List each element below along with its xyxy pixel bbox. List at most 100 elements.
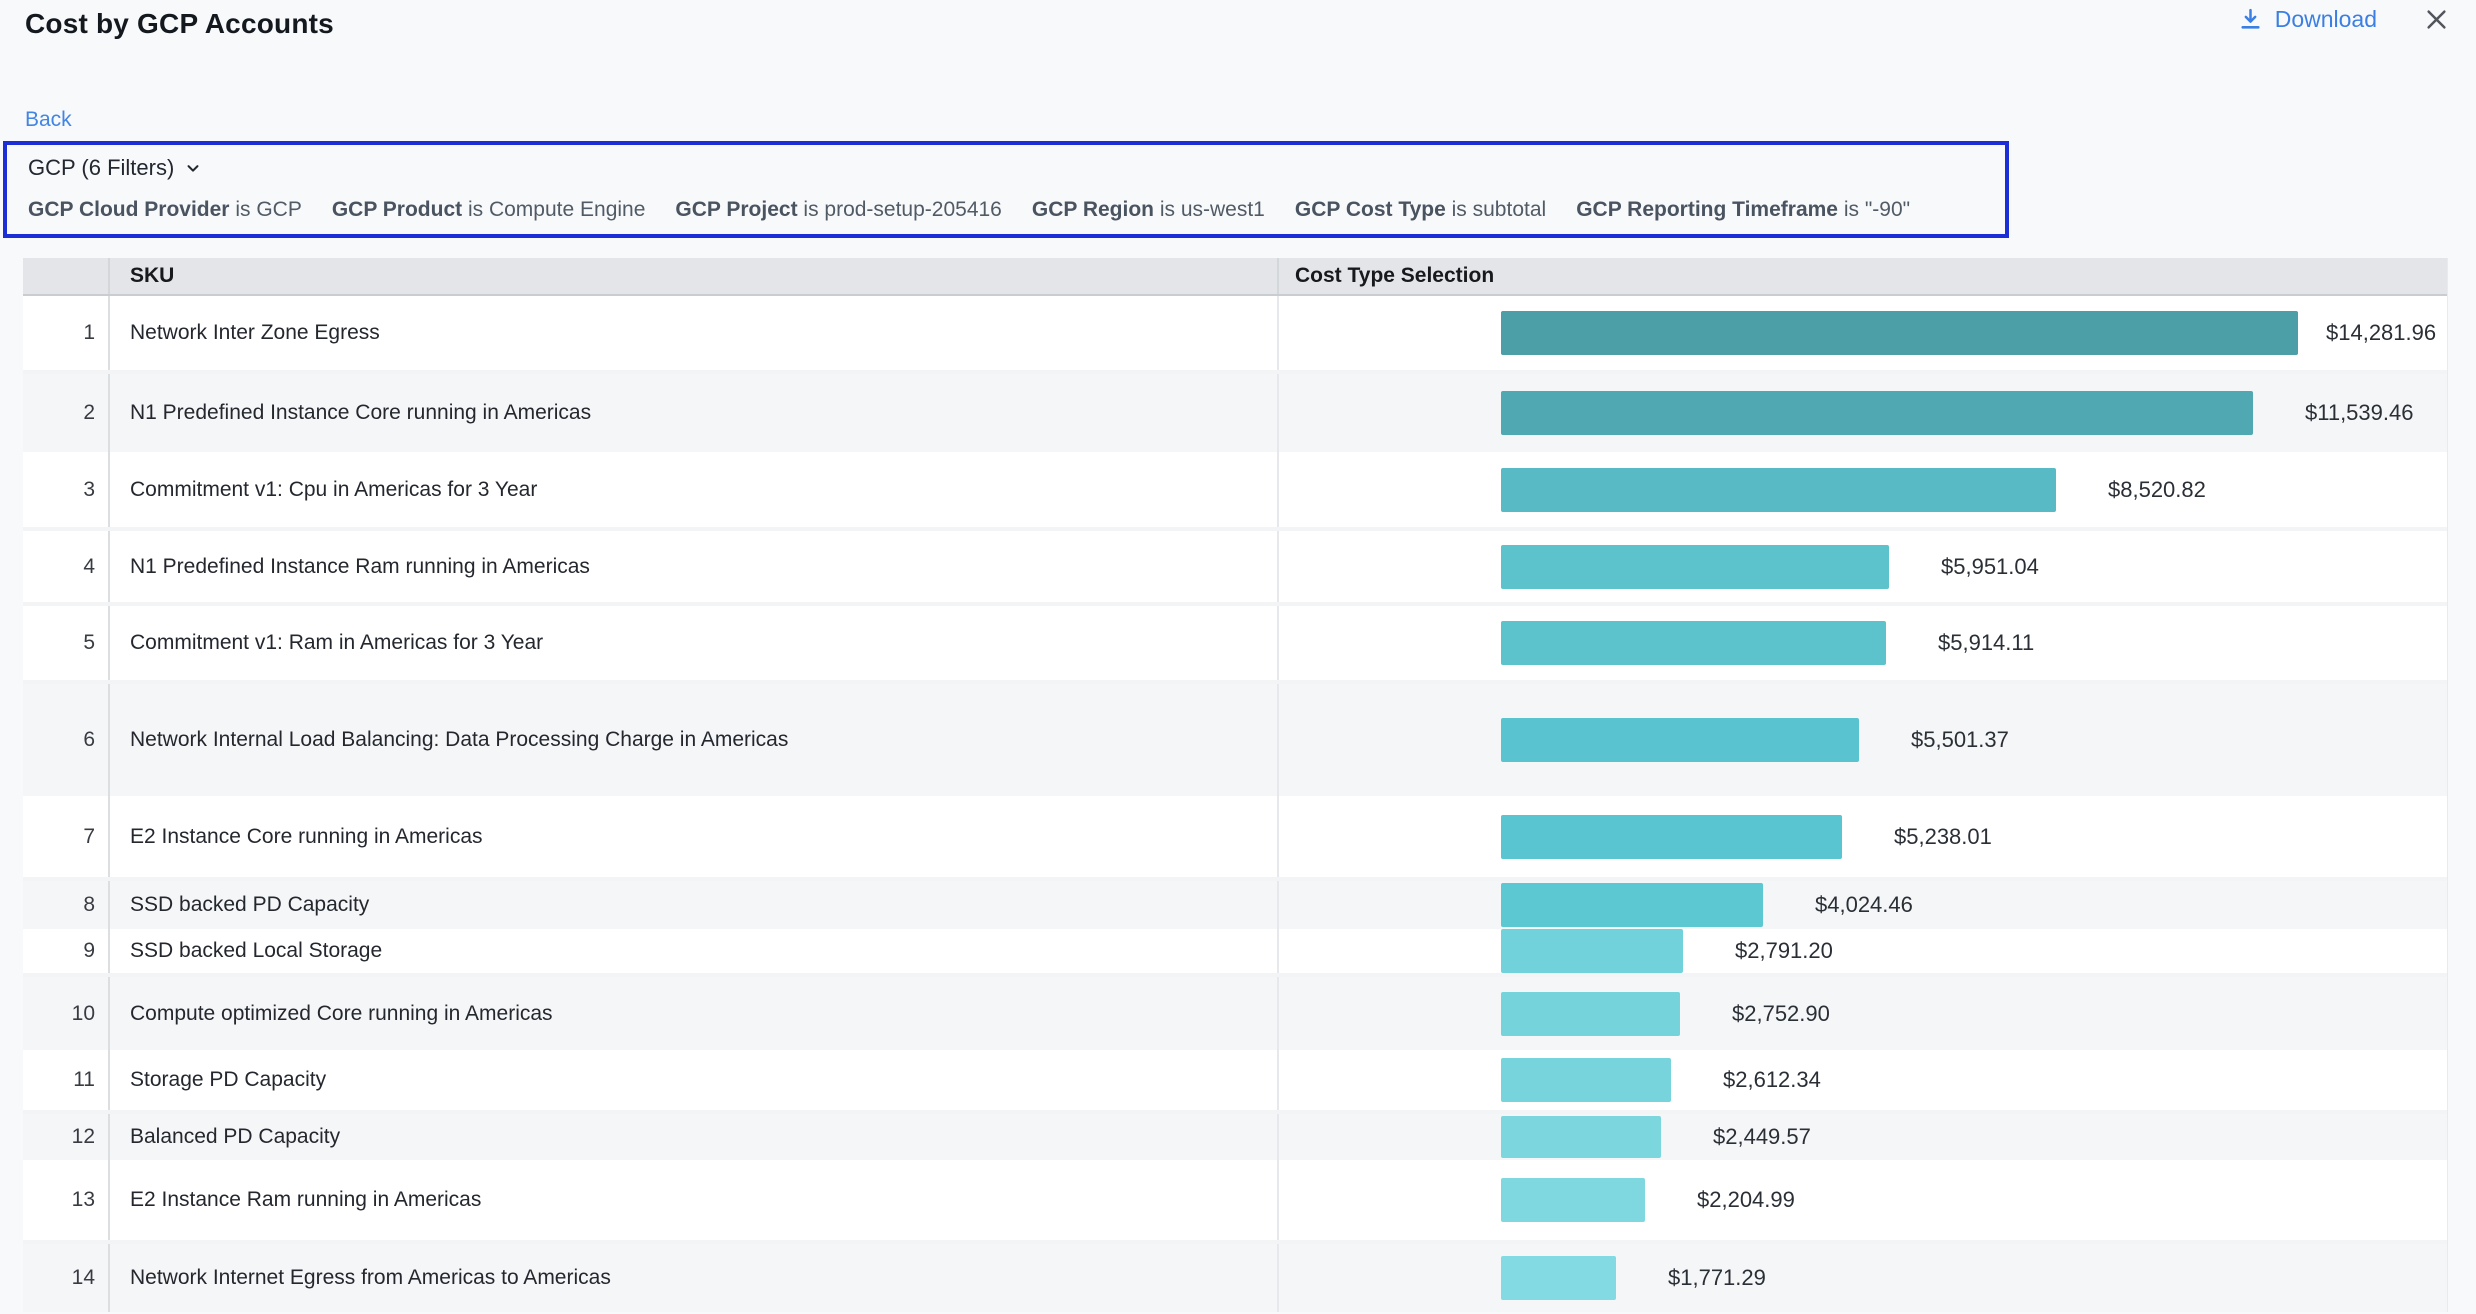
download-icon xyxy=(2238,7,2263,32)
sku-cell: Network Internet Egress from Americas to… xyxy=(110,1244,1279,1312)
filter-operator-value: is GCP xyxy=(229,198,301,221)
row-index: 6 xyxy=(23,684,110,796)
cost-bar-cell: $5,238.01 xyxy=(1279,796,2448,877)
back-link[interactable]: Back xyxy=(25,108,72,132)
row-index: 1 xyxy=(23,296,110,370)
table-header-sku: SKU xyxy=(110,258,1279,294)
sku-cell: SSD backed PD Capacity xyxy=(110,881,1279,929)
cost-bar-cell: $1,771.29 xyxy=(1279,1244,2448,1312)
sku-cell: E2 Instance Core running in Americas xyxy=(110,796,1279,877)
filter-condition: GCP Cloud Provider is GCP xyxy=(28,198,302,222)
cost-value-label: $14,281.96 xyxy=(2326,320,2436,346)
table-row[interactable]: 13E2 Instance Ram running in Americas $2,… xyxy=(23,1160,2447,1244)
table-row[interactable]: 8SSD backed PD Capacity $4,024.46 xyxy=(23,881,2447,929)
cost-bar-cell: $2,612.34 xyxy=(1279,1050,2448,1110)
cost-bar xyxy=(1501,1116,1661,1158)
filter-operator-value: is "-90" xyxy=(1838,198,1910,221)
sku-cell: Balanced PD Capacity xyxy=(110,1114,1279,1160)
cost-bar xyxy=(1501,1058,1671,1102)
filter-condition: GCP Product is Compute Engine xyxy=(332,198,646,222)
sku-cell: E2 Instance Ram running in Americas xyxy=(110,1160,1279,1240)
sku-cell: Network Internal Load Balancing: Data Pr… xyxy=(110,684,1279,796)
cost-value-label: $2,204.99 xyxy=(1697,1187,1795,1213)
filter-field-name: GCP Project xyxy=(675,198,797,221)
sku-cell: N1 Predefined Instance Core running in A… xyxy=(110,374,1279,452)
cost-bar xyxy=(1501,883,1763,927)
sku-cell: SSD backed Local Storage xyxy=(110,929,1279,973)
table-row[interactable]: 6Network Internal Load Balancing: Data P… xyxy=(23,684,2447,796)
cost-bar-cell: $14,281.96 xyxy=(1279,296,2448,370)
download-label: Download xyxy=(2275,6,2377,33)
cost-bar xyxy=(1501,815,1842,859)
filter-operator-value: is us-west1 xyxy=(1154,198,1265,221)
cost-value-label: $2,791.20 xyxy=(1735,938,1833,964)
cost-value-label: $11,539.46 xyxy=(2305,400,2413,426)
table-header-cost-type-selection: Cost Type Selection xyxy=(1279,258,2448,294)
table-row[interactable]: 7E2 Instance Core running in Americas$5,… xyxy=(23,796,2447,881)
cost-bar xyxy=(1501,391,2253,435)
cost-bar-cell: $8,520.82 xyxy=(1279,452,2448,527)
filter-field-name: GCP Cloud Provider xyxy=(28,198,229,221)
table-row[interactable]: 12Balanced PD Capacity$2,449.57 xyxy=(23,1114,2447,1160)
cost-bar-cell: $2,449.57 xyxy=(1279,1114,2448,1160)
cost-bar-cell: $5,951.04 xyxy=(1279,531,2448,602)
cost-value-label: $5,951.04 xyxy=(1941,554,2039,580)
sku-cell: Compute optimized Core running in Americ… xyxy=(110,977,1279,1050)
filter-panel: GCP (6 Filters) GCP Cloud Provider is GC… xyxy=(3,141,2009,238)
table-row[interactable]: 14Network Internet Egress from Americas … xyxy=(23,1244,2447,1312)
cost-bar xyxy=(1501,1178,1645,1222)
filter-group-dropdown[interactable]: GCP (6 Filters) xyxy=(28,155,202,181)
cost-by-gcp-accounts-panel: Cost by GCP Accounts Download Back GCP (… xyxy=(0,0,2476,1314)
row-index: 8 xyxy=(23,881,110,929)
row-index: 14 xyxy=(23,1244,110,1312)
filter-condition: GCP Region is us-west1 xyxy=(1032,198,1265,222)
table-row[interactable]: 10Compute optimized Core running in Amer… xyxy=(23,977,2447,1050)
chevron-down-icon xyxy=(184,159,202,177)
filter-field-name: GCP Reporting Timeframe xyxy=(1576,198,1838,221)
cost-value-label: $8,520.82 xyxy=(2108,477,2206,503)
cost-bar xyxy=(1501,468,2056,512)
cost-value-label: $4,024.46 xyxy=(1815,892,1913,918)
cost-bar xyxy=(1501,992,1680,1036)
sku-cell: Network Inter Zone Egress xyxy=(110,296,1279,370)
row-index: 12 xyxy=(23,1114,110,1160)
row-index: 5 xyxy=(23,606,110,680)
row-index: 10 xyxy=(23,977,110,1050)
table-row[interactable]: 3Commitment v1: Cpu in Americas for 3 Ye… xyxy=(23,452,2447,531)
cost-value-label: $5,501.37 xyxy=(1911,727,2009,753)
sku-cell: Storage PD Capacity xyxy=(110,1050,1279,1110)
download-button[interactable]: Download xyxy=(2238,6,2377,33)
row-index: 4 xyxy=(23,531,110,602)
filter-condition: GCP Reporting Timeframe is "-90" xyxy=(1576,198,1910,222)
sku-cell: Commitment v1: Cpu in Americas for 3 Yea… xyxy=(110,452,1279,527)
table-header-row: SKU Cost Type Selection xyxy=(23,258,2447,296)
cost-bar-cell: $11,539.46 xyxy=(1279,374,2448,452)
top-actions: Download xyxy=(2238,6,2450,33)
cost-bar-cell: $2,752.90 xyxy=(1279,977,2448,1050)
cost-value-label: $2,752.90 xyxy=(1732,1001,1830,1027)
cost-bar-cell: $2,204.99 xyxy=(1279,1160,2448,1240)
table-row[interactable]: 9SSD backed Local Storage$2,791.20 xyxy=(23,929,2447,977)
cost-bar-cell: $4,024.46 xyxy=(1279,881,2448,929)
table-row[interactable]: 11Storage PD Capacity $2,612.34 xyxy=(23,1050,2447,1114)
sku-cell: N1 Predefined Instance Ram running in Am… xyxy=(110,531,1279,602)
row-index: 3 xyxy=(23,452,110,527)
table-row[interactable]: 2N1 Predefined Instance Core running in … xyxy=(23,374,2447,452)
sku-cell: Commitment v1: Ram in Americas for 3 Yea… xyxy=(110,606,1279,680)
page-title: Cost by GCP Accounts xyxy=(25,8,334,40)
row-index: 11 xyxy=(23,1050,110,1110)
filter-operator-value: is subtotal xyxy=(1446,198,1546,221)
table-row[interactable]: 4N1 Predefined Instance Ram running in A… xyxy=(23,531,2447,606)
row-index: 13 xyxy=(23,1160,110,1240)
table-row[interactable]: 1Network Inter Zone Egress $14,281.96 xyxy=(23,296,2447,374)
filter-condition: GCP Cost Type is subtotal xyxy=(1295,198,1546,222)
filter-field-name: GCP Region xyxy=(1032,198,1154,221)
cost-bar xyxy=(1501,621,1886,665)
cost-value-label: $2,612.34 xyxy=(1723,1067,1821,1093)
cost-bar xyxy=(1501,545,1889,589)
close-button[interactable] xyxy=(2423,6,2450,33)
row-index: 2 xyxy=(23,374,110,452)
cost-bar xyxy=(1501,311,2298,355)
filter-operator-value: is prod-setup-205416 xyxy=(798,198,1002,221)
table-row[interactable]: 5Commitment v1: Ram in Americas for 3 Ye… xyxy=(23,606,2447,684)
